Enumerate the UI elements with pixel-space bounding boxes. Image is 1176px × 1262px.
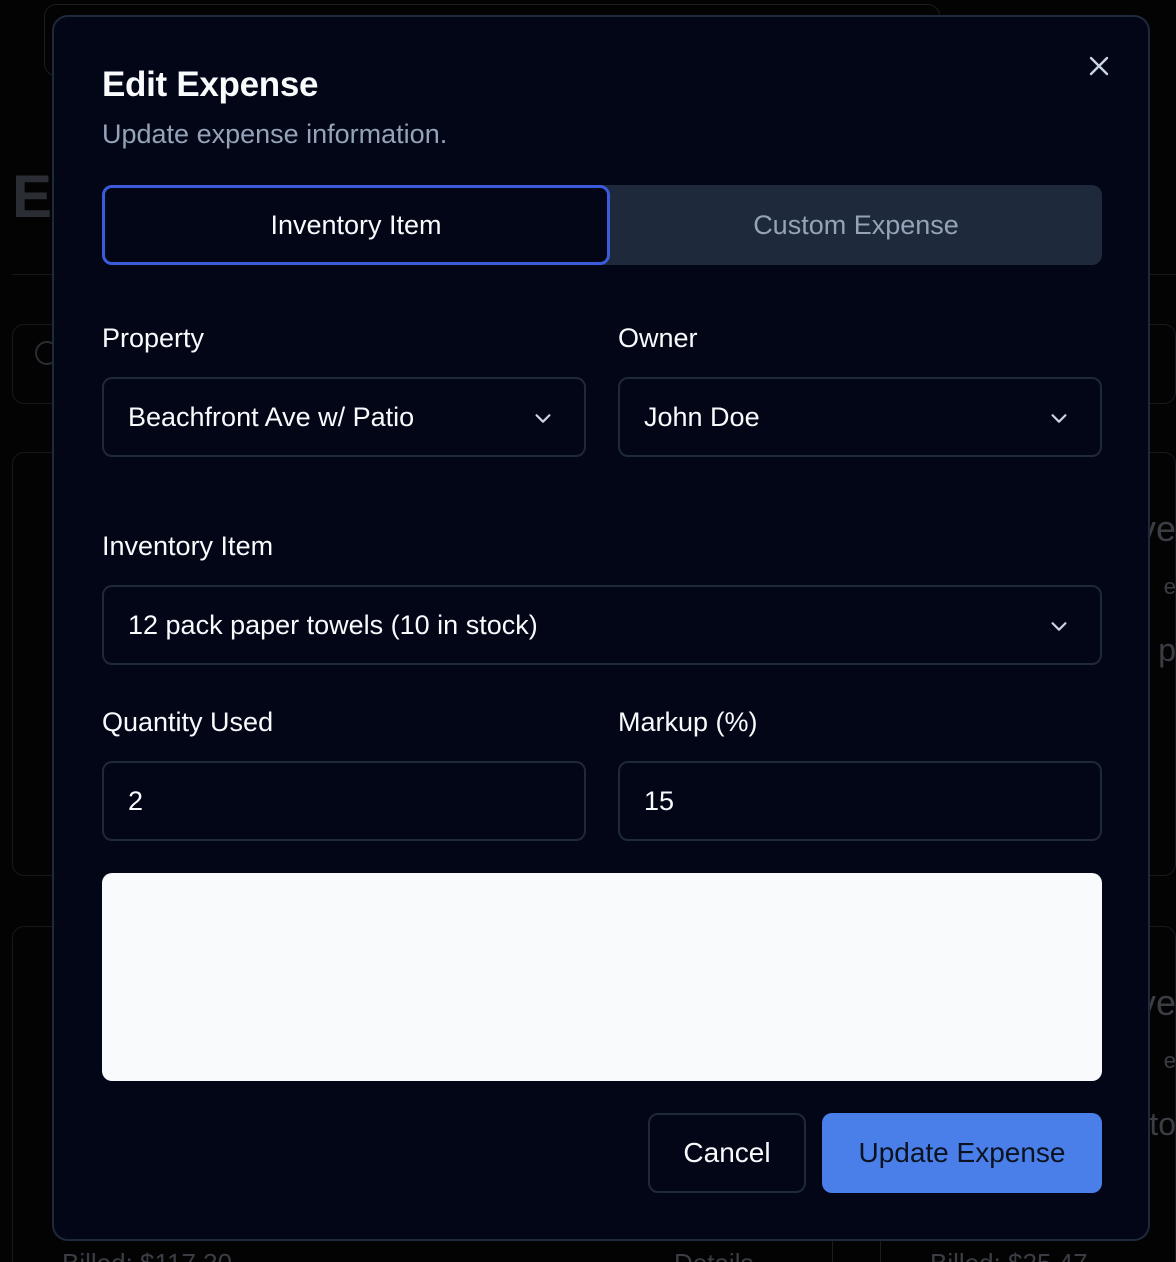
dialog-subtitle: Update expense information. [102, 119, 448, 149]
expense-type-tabs: Inventory Item Custom Expense [102, 185, 1102, 265]
edit-expense-dialog: Edit Expense Update expense information.… [52, 15, 1150, 1241]
background-text-fragment: to [1149, 1106, 1176, 1142]
chevron-down-icon [1051, 622, 1067, 631]
quantity-used-label: Quantity Used [102, 707, 274, 737]
chevron-down-icon [535, 414, 551, 423]
background-billed-text: Billed: $25.47 [930, 1248, 1088, 1262]
tab-inventory-item[interactable]: Inventory Item [102, 185, 610, 265]
background-text-fragment: p [1158, 632, 1176, 668]
inventory-item-label: Inventory Item [102, 531, 274, 561]
property-select[interactable]: Beachfront Ave w/ Patio [102, 377, 586, 457]
property-select-value: Beachfront Ave w/ Patio [128, 401, 415, 432]
background-billed-text: Billed: $117.30 [62, 1248, 232, 1262]
inventory-item-select-value: 12 pack paper towels (10 in stock) [128, 609, 538, 640]
tab-custom-expense[interactable]: Custom Expense [610, 185, 1102, 265]
background-details-link: Details [674, 1248, 753, 1262]
owner-label: Owner [618, 323, 698, 353]
background-text-fragment: e [1163, 1048, 1176, 1073]
background-text-fragment: e [1163, 574, 1176, 599]
quantity-used-input[interactable]: 2 [102, 761, 586, 841]
chevron-down-icon [1051, 414, 1067, 423]
cancel-button[interactable]: Cancel [648, 1113, 806, 1193]
quantity-used-value: 2 [128, 785, 144, 816]
owner-select[interactable]: John Doe [618, 377, 1102, 457]
markup-value: 15 [644, 785, 675, 816]
update-expense-button[interactable]: Update Expense [822, 1113, 1102, 1193]
markup-label: Markup (%) [618, 707, 758, 737]
property-label: Property [102, 323, 205, 353]
close-icon [1089, 56, 1109, 76]
dialog-title: Edit Expense [102, 65, 319, 104]
markup-input[interactable]: 15 [618, 761, 1102, 841]
owner-select-value: John Doe [644, 401, 760, 432]
inventory-item-select[interactable]: 12 pack paper towels (10 in stock) [102, 585, 1102, 665]
close-button[interactable] [1084, 51, 1114, 81]
expense-summary-panel [102, 873, 1102, 1081]
